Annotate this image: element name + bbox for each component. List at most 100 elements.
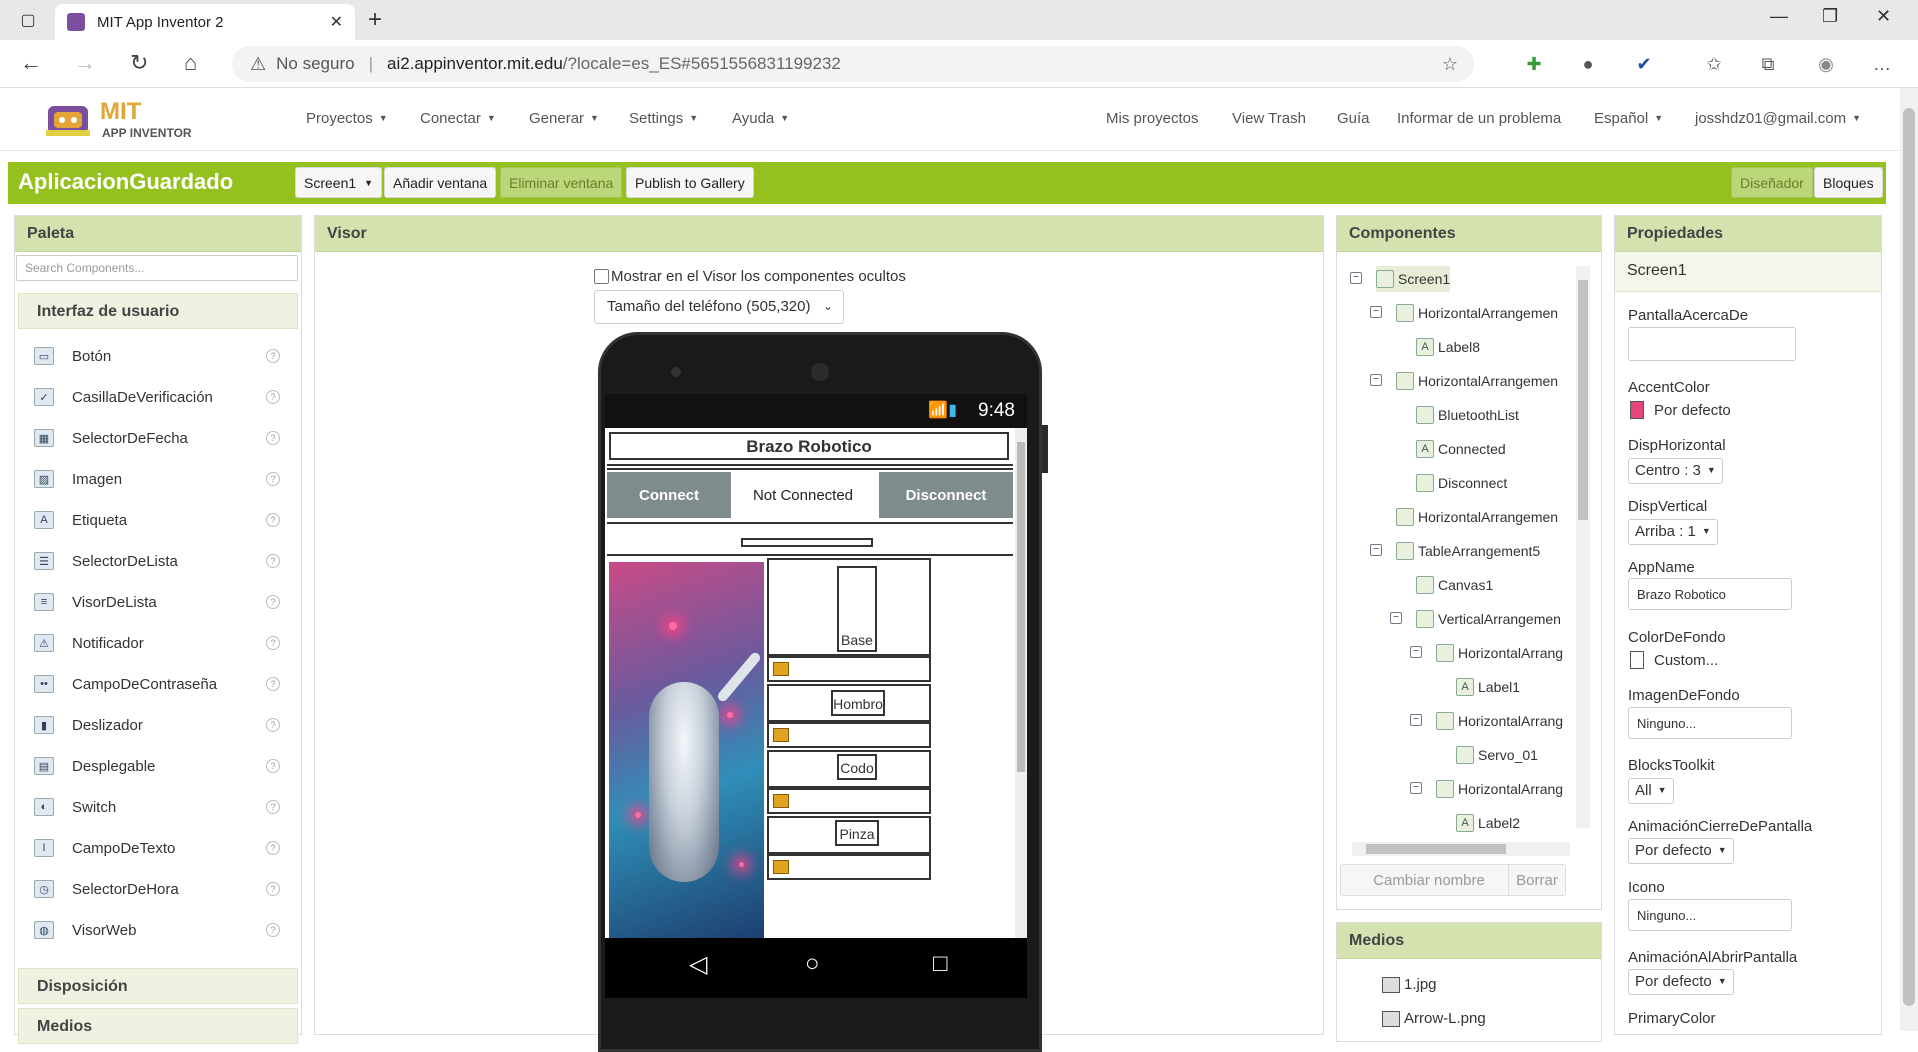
- phone-scrollbar[interactable]: [1015, 428, 1027, 938]
- label-hombro[interactable]: Hombro: [831, 690, 885, 716]
- label-base[interactable]: Base: [837, 566, 877, 652]
- extension-icon[interactable]: ✚: [1520, 50, 1548, 78]
- prop-appname-input[interactable]: Brazo Robotico: [1628, 578, 1792, 610]
- browser-tab[interactable]: MIT App Inventor 2 ✕: [55, 4, 355, 40]
- palette-search-input[interactable]: Search Components...: [16, 255, 298, 281]
- collapse-toggle-icon[interactable]: −: [1350, 272, 1362, 284]
- maximize-icon[interactable]: ❐: [1822, 6, 1838, 27]
- palette-item[interactable]: ◷ SelectorDeHora?: [34, 873, 284, 905]
- collapse-toggle-icon[interactable]: −: [1410, 714, 1422, 726]
- palette-section-layout[interactable]: Disposición: [18, 968, 298, 1004]
- tree-node[interactable]: A Connected: [1416, 436, 1506, 462]
- tab-close-icon[interactable]: ✕: [330, 12, 343, 32]
- slider-codo[interactable]: [767, 788, 931, 814]
- tree-node[interactable]: − HorizontalArrang: [1410, 640, 1563, 666]
- collapse-toggle-icon[interactable]: −: [1410, 646, 1422, 658]
- help-icon[interactable]: ?: [266, 800, 280, 814]
- favorites-icon[interactable]: ✩: [1700, 50, 1728, 78]
- disconnect-button[interactable]: Disconnect: [879, 472, 1013, 518]
- rename-button[interactable]: Cambiar nombre: [1340, 864, 1518, 896]
- reload-icon[interactable]: ↻: [130, 50, 148, 76]
- help-icon[interactable]: ?: [266, 349, 280, 363]
- palette-item[interactable]: ≡ VisorDeLista?: [34, 586, 284, 618]
- palette-item[interactable]: •• CampoDeContraseña?: [34, 668, 284, 700]
- account-menu[interactable]: josshdz01@gmail.com ▼: [1695, 110, 1861, 127]
- prop-accent-picker[interactable]: Por defecto: [1630, 401, 1731, 419]
- prop-icon-input[interactable]: Ninguno...: [1628, 899, 1792, 931]
- palette-item[interactable]: A Etiqueta?: [34, 504, 284, 536]
- menu-proyectos[interactable]: Proyectos ▼: [306, 110, 388, 127]
- new-tab-icon[interactable]: +: [368, 6, 382, 34]
- prop-close-anim-select[interactable]: Por defecto ▼: [1628, 838, 1734, 864]
- tab-actions-icon[interactable]: ▢: [16, 8, 40, 32]
- prop-bgcolor-picker[interactable]: Custom...: [1630, 651, 1718, 669]
- help-icon[interactable]: ?: [266, 841, 280, 855]
- page-scrollbar[interactable]: [1900, 88, 1918, 1031]
- menu-ayuda[interactable]: Ayuda ▼: [732, 110, 789, 127]
- home-icon[interactable]: ⌂: [184, 50, 197, 76]
- palette-item[interactable]: ▭ Botón?: [34, 340, 284, 372]
- collapse-toggle-icon[interactable]: −: [1370, 374, 1382, 386]
- tree-node[interactable]: − VerticalArrangemen: [1390, 606, 1561, 632]
- panda-extension-icon[interactable]: ●: [1574, 50, 1602, 78]
- media-file[interactable]: Arrow-L.png: [1382, 1010, 1486, 1027]
- collapse-toggle-icon[interactable]: −: [1370, 544, 1382, 556]
- menu-settings[interactable]: Settings ▼: [629, 110, 698, 127]
- help-icon[interactable]: ?: [266, 636, 280, 650]
- palette-section-media[interactable]: Medios: [18, 1008, 298, 1044]
- back-icon[interactable]: ←: [20, 50, 42, 76]
- prop-open-anim-select[interactable]: Por defecto ▼: [1628, 969, 1734, 995]
- show-hidden-checkbox[interactable]: Mostrar en el Visor los componentes ocul…: [594, 268, 906, 285]
- close-window-icon[interactable]: ✕: [1876, 6, 1891, 27]
- check-extension-icon[interactable]: ✔: [1630, 50, 1658, 78]
- help-icon[interactable]: ?: [266, 390, 280, 404]
- collections-icon[interactable]: ⧉: [1754, 50, 1782, 78]
- checkbox-icon[interactable]: [594, 269, 609, 284]
- slider-hombro[interactable]: [767, 722, 931, 748]
- phone-size-select[interactable]: Tamaño del teléfono (505,320) ⌄: [594, 290, 844, 324]
- prop-bgimage-input[interactable]: Ninguno...: [1628, 707, 1792, 739]
- tree-node[interactable]: Canvas1: [1416, 572, 1493, 598]
- tree-node[interactable]: HorizontalArrangemen: [1396, 504, 1558, 530]
- scrollbar-thumb[interactable]: [1017, 442, 1025, 772]
- tree-node[interactable]: − HorizontalArrangemen: [1370, 368, 1558, 394]
- tree-node[interactable]: − HorizontalArrangemen: [1370, 300, 1558, 326]
- tree-node[interactable]: − HorizontalArrang: [1410, 708, 1563, 734]
- nav-back-icon[interactable]: ◁: [689, 950, 707, 979]
- palette-item[interactable]: ▨ Imagen?: [34, 463, 284, 495]
- tree-node[interactable]: BluetoothList: [1416, 402, 1519, 428]
- more-options-icon[interactable]: …: [1868, 50, 1896, 78]
- empty-arrangement[interactable]: [741, 538, 873, 547]
- palette-item[interactable]: ⚠ Notificador?: [34, 627, 284, 659]
- palette-item[interactable]: ◍ VisorWeb?: [34, 914, 284, 946]
- scrollbar-thumb[interactable]: [1578, 280, 1588, 520]
- help-icon[interactable]: ?: [266, 677, 280, 691]
- scrollbar-thumb[interactable]: [1366, 844, 1506, 854]
- minimize-icon[interactable]: —: [1770, 6, 1788, 27]
- help-icon[interactable]: ?: [266, 923, 280, 937]
- media-file[interactable]: 1.jpg: [1382, 976, 1437, 993]
- app-title-label[interactable]: Brazo Robotico: [609, 432, 1009, 460]
- add-screen-button[interactable]: Añadir ventana: [384, 167, 497, 198]
- help-icon[interactable]: ?: [266, 431, 280, 445]
- palette-item[interactable]: ◐ Switch?: [34, 791, 284, 823]
- tree-vertical-scrollbar[interactable]: [1576, 266, 1590, 828]
- help-icon[interactable]: ?: [266, 595, 280, 609]
- scrollbar-thumb[interactable]: [1903, 108, 1915, 1006]
- language-menu[interactable]: Español ▼: [1594, 110, 1663, 127]
- help-icon[interactable]: ?: [266, 882, 280, 896]
- tree-node[interactable]: Disconnect: [1416, 470, 1507, 496]
- help-icon[interactable]: ?: [266, 718, 280, 732]
- palette-item[interactable]: ▮ Deslizador?: [34, 709, 284, 741]
- nav-recents-icon[interactable]: □: [933, 950, 948, 978]
- palette-item[interactable]: ✓ CasillaDeVerificación?: [34, 381, 284, 413]
- forward-icon[interactable]: →: [74, 50, 96, 76]
- publish-gallery-button[interactable]: Publish to Gallery: [626, 167, 754, 198]
- blocks-button[interactable]: Bloques: [1814, 167, 1883, 198]
- mit-app-inventor-logo[interactable]: MIT APP INVENTOR: [42, 96, 202, 144]
- tree-node[interactable]: − HorizontalArrang: [1410, 776, 1563, 802]
- help-icon[interactable]: ?: [266, 472, 280, 486]
- collapse-toggle-icon[interactable]: −: [1410, 782, 1422, 794]
- tree-horizontal-scrollbar[interactable]: [1352, 842, 1570, 856]
- robot-canvas-image[interactable]: [609, 562, 764, 938]
